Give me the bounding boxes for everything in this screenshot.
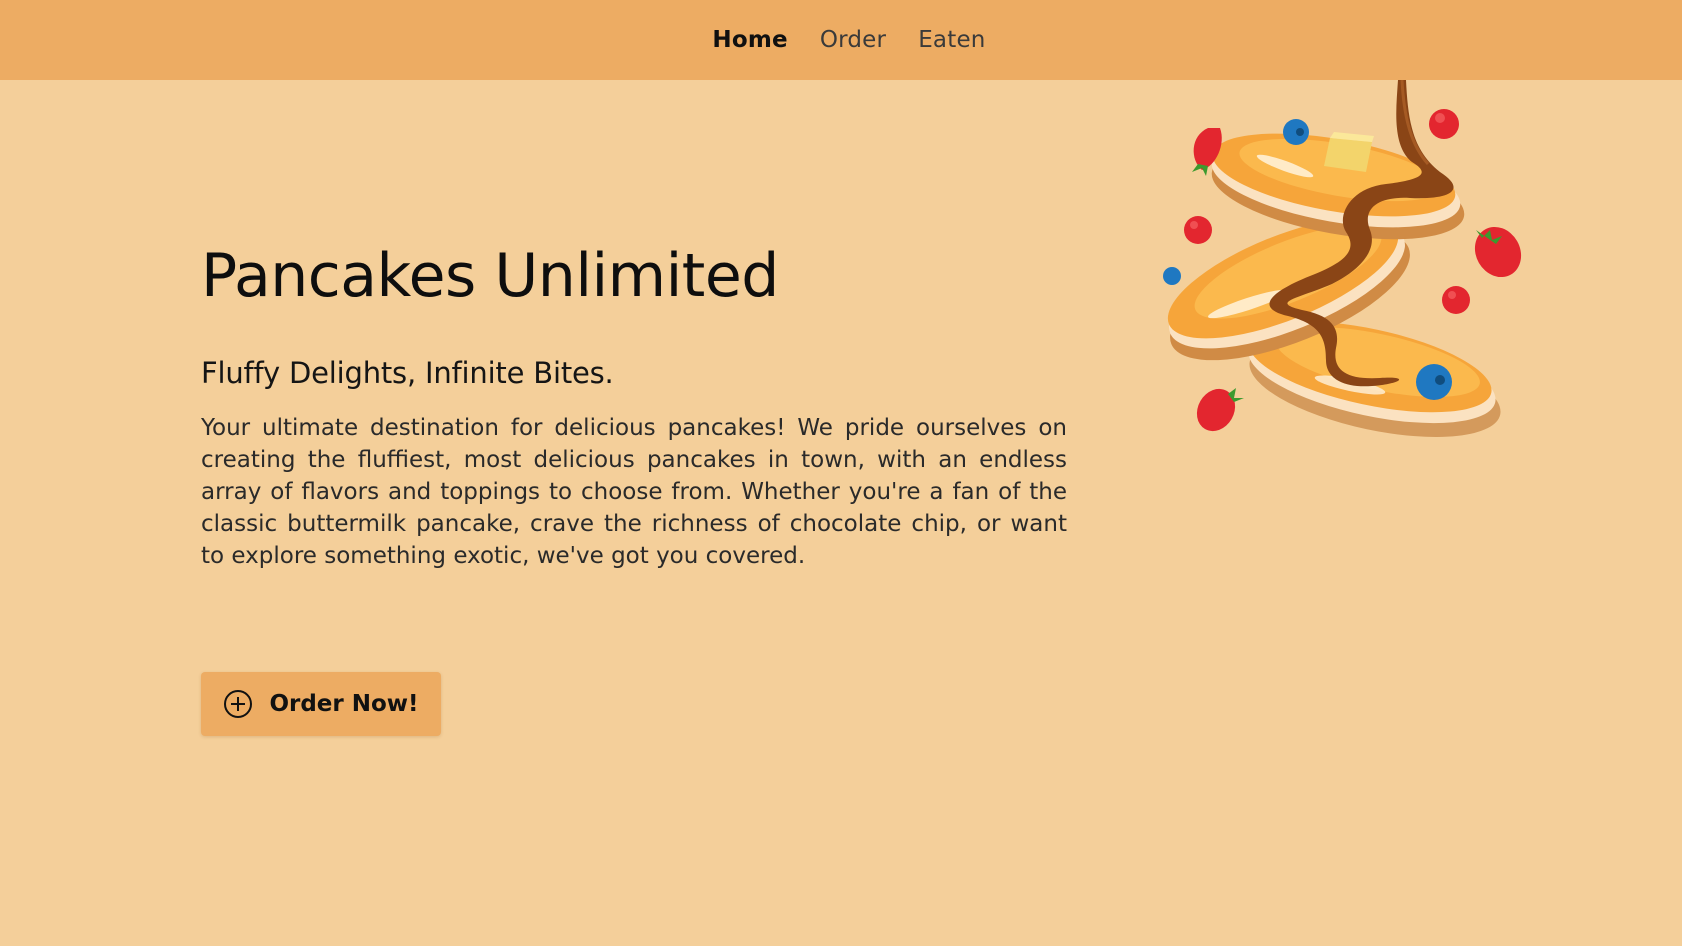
strawberry-2 <box>1474 226 1522 278</box>
blueberry-3 <box>1416 364 1452 400</box>
plus-circle-icon <box>223 689 253 719</box>
page-subtitle: Fluffy Delights, Infinite Bites. <box>201 356 614 390</box>
blueberry-2 <box>1163 267 1181 285</box>
top-navbar: Home Order Eaten <box>0 0 1682 80</box>
butter-pat <box>1324 138 1372 172</box>
nav-order-link[interactable]: Order <box>820 27 886 53</box>
page-title: Pancakes Unlimited <box>201 241 779 311</box>
pancake-stack-illustration <box>1150 79 1560 460</box>
raspberry-1 <box>1429 109 1459 139</box>
raspberry-3 <box>1442 286 1470 314</box>
raspberry-2 <box>1184 216 1212 244</box>
strawberry-3 <box>1196 386 1244 432</box>
page-description: Your ultimate destination for delicious … <box>201 415 1067 569</box>
hero-section: Pancakes Unlimited Fluffy Delights, Infi… <box>201 240 1067 572</box>
order-now-label: Order Now! <box>269 691 419 717</box>
nav-home-link[interactable]: Home <box>712 27 787 53</box>
nav-eaten-link[interactable]: Eaten <box>918 27 985 53</box>
order-now-button[interactable]: Order Now! <box>201 672 441 736</box>
